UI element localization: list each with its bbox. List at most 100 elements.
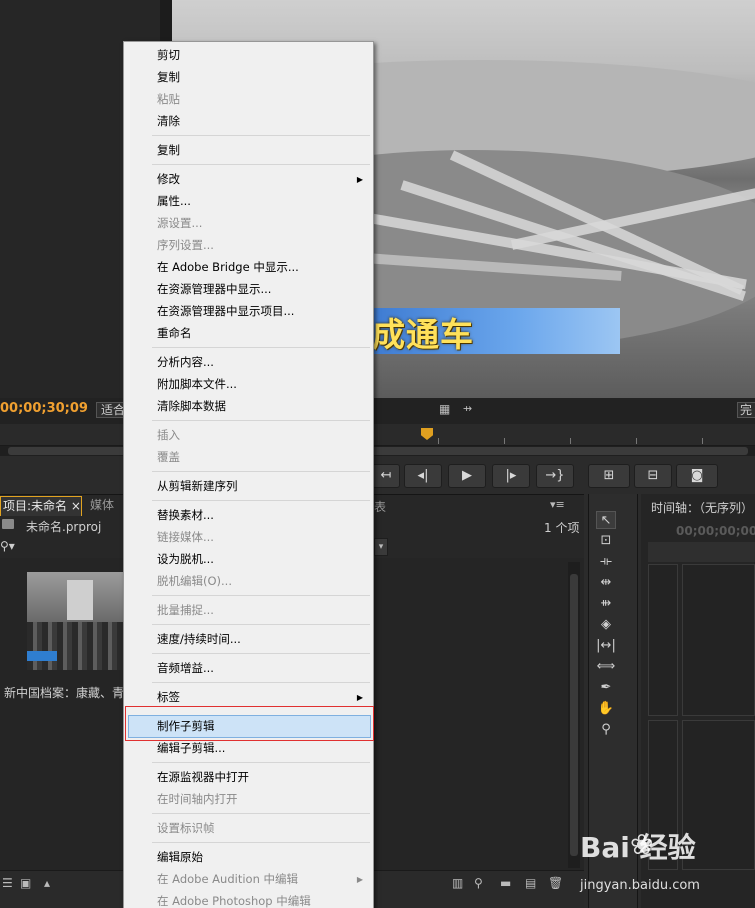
slip-tool-icon[interactable]: |↔| [596,637,616,655]
icon-view-icon[interactable]: ▣ [20,876,31,890]
zoom-slider-icon[interactable]: ▴ [44,876,50,890]
menu-item-edit-in-photoshop[interactable]: 在 Adobe Photoshop 中编辑 [157,891,311,908]
menu-separator [152,471,370,472]
zoom-scrollbar-thumb[interactable] [8,447,748,455]
watermark-url: jingyan.baidu.com [580,878,700,893]
baidu-watermark: Bai 经验 ❀ jingyan.baidu.com [580,826,755,908]
insert-icon[interactable]: ⊞ [588,464,630,488]
menu-item-analyze-content[interactable]: 分析内容... [157,352,214,372]
menu-item-source-settings[interactable]: 源设置... [157,213,202,233]
menu-separator [152,653,370,654]
menu-item-cut[interactable]: 剪切 [157,45,180,65]
ripple-edit-tool-icon[interactable]: ⟛ [596,553,616,571]
menu-item-sequence-settings[interactable]: 序列设置... [157,235,214,255]
menu-item-batch-capture[interactable]: 批量捕捉... [157,600,214,620]
new-bin-icon[interactable]: ▬ [500,876,511,890]
project-file-name: 未命名.prproj [26,520,102,534]
tab-media[interactable]: 媒体 [90,496,114,514]
thumbnail-crowd [27,622,125,670]
menu-separator [152,624,370,625]
menu-item-label[interactable]: 标签 [157,687,180,707]
submenu-arrow-icon: ▶ [356,175,363,184]
menu-item-new-sequence-from-clip[interactable]: 从剪辑新建序列 [157,476,238,496]
step-back-edit-icon[interactable]: ↤ [372,464,400,488]
menu-item-open-in-source-monitor[interactable]: 在源监视器中打开 [157,767,249,787]
new-item-icon[interactable]: ▤ [525,876,536,890]
menu-item-overwrite[interactable]: 覆盖 [157,447,180,467]
menu-item-duplicate[interactable]: 复制 [157,140,180,160]
menu-item-make-offline[interactable]: 设为脱机... [157,549,214,569]
menu-item-paste[interactable]: 粘贴 [157,89,180,109]
resolution-dropdown[interactable]: 完 [737,402,755,418]
menu-separator [152,595,370,596]
menu-separator [152,813,370,814]
menu-item-open-in-timeline[interactable]: 在时间轴内打开 [157,789,238,809]
folder-icon [2,519,14,529]
zoom-tool-icon[interactable]: ⚲ [596,721,616,739]
fit-dropdown[interactable]: 适合 [96,402,126,418]
menu-item-properties[interactable]: 属性... [157,191,191,211]
menu-item-edit-offline[interactable]: 脱机编辑(O)... [157,571,232,591]
panel-menu-icon[interactable]: ▾≡ [550,498,565,511]
menu-item-reveal-project-in-explorer[interactable]: 在资源管理器中显示项目... [157,301,294,321]
menu-separator [152,164,370,165]
selection-tool-icon[interactable]: ↖ [596,511,616,529]
step-back-icon[interactable]: ◂| [404,464,442,488]
step-forward-edit-icon[interactable]: →} [536,464,574,488]
menu-item-attach-script[interactable]: 附加脚本文件... [157,374,237,394]
track-select-tool-icon[interactable]: ⊡ [596,532,616,550]
menu-item-show-in-bridge[interactable]: 在 Adobe Bridge 中显示... [157,257,299,277]
play-icon[interactable]: ▶ [448,464,486,488]
menu-item-clear[interactable]: 清除 [157,111,180,131]
timeline-title[interactable]: 时间轴：（无序列） [651,499,753,516]
clip-badge-icon [27,651,57,661]
rolling-edit-tool-icon[interactable]: ⇹ [596,574,616,592]
menu-item-link-media[interactable]: 链接媒体... [157,527,214,547]
menu-separator [152,420,370,421]
timeline-video-tracks[interactable] [682,564,755,716]
timeline-toolbar [648,542,755,562]
search-icon[interactable]: ⚲▾ [0,539,15,553]
tab-partial[interactable]: 表 [374,498,386,515]
clip-name[interactable]: 新中国档案：康藏、青 [4,684,124,701]
menu-item-audio-gain[interactable]: 音频增益... [157,658,214,678]
submenu-arrow-icon: ▶ [356,693,363,702]
filter-dropdown[interactable]: ▾ [374,538,388,556]
trash-icon[interactable]: 🗑 [548,876,563,890]
list-view-icon[interactable]: ☰ [2,876,13,890]
hand-tool-icon[interactable]: ✋ [596,700,616,718]
item-count: 1 个项 [544,521,580,535]
source-timecode[interactable]: 00;00;30;09 [0,401,88,416]
menu-separator [152,500,370,501]
menu-item-edit-original[interactable]: 编辑原始 [157,847,203,867]
annotation-highlight-box [125,706,374,741]
camera-icon[interactable]: ◙ [676,464,718,488]
overwrite-icon[interactable]: ⊟ [634,464,672,488]
menu-item-insert[interactable]: 插入 [157,425,180,445]
razor-tool-icon[interactable]: ◈ [596,616,616,634]
tab-project[interactable]: 项目:未命名 × [0,496,82,516]
menu-item-rename[interactable]: 重命名 [157,323,192,343]
step-forward-icon[interactable]: |▸ [492,464,530,488]
thumbnail-flag [67,580,93,620]
menu-item-edit-in-audition[interactable]: 在 Adobe Audition 中编辑 [157,869,298,889]
automate-icon[interactable]: ▥ [452,876,463,890]
timeline-timecode[interactable]: 00;00;00;00 [676,524,755,538]
slide-tool-icon[interactable]: ⟺ [596,658,616,676]
submenu-arrow-icon: ▶ [356,875,363,884]
find-icon[interactable]: ⚲ [474,876,483,890]
menu-item-clear-script[interactable]: 清除脚本数据 [157,396,226,416]
menu-item-copy[interactable]: 复制 [157,67,180,87]
rate-stretch-tool-icon[interactable]: ⇻ [596,595,616,613]
pen-tool-icon[interactable]: ✒ [596,679,616,697]
marker-icon[interactable]: ⇸ [463,402,472,415]
project-scrollbar-thumb[interactable] [570,574,578,856]
menu-item-edit-subclip[interactable]: 编辑子剪辑... [157,738,225,758]
menu-item-replace-footage[interactable]: 替换素材... [157,505,214,525]
menu-item-reveal-in-explorer[interactable]: 在资源管理器中显示... [157,279,271,299]
film-icon[interactable]: ▦ [439,402,450,416]
timeline-track-header [648,564,678,716]
menu-item-set-poster-frame[interactable]: 设置标识帧 [157,818,215,838]
menu-item-modify[interactable]: 修改 [157,169,180,189]
menu-item-speed-duration[interactable]: 速度/持续时间... [157,629,241,649]
